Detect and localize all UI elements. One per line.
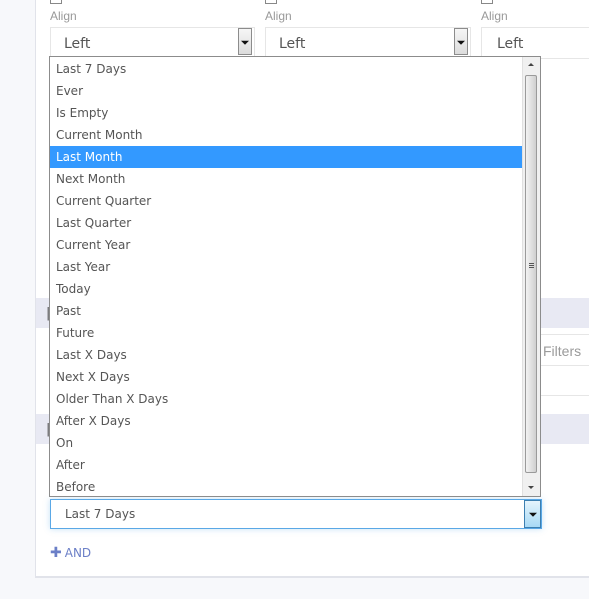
dropdown-option[interactable]: Last Month <box>50 146 524 168</box>
dropdown-option[interactable]: Last 7 Days <box>50 58 524 80</box>
dropdown-option[interactable]: Last Quarter <box>50 212 524 234</box>
dropdown-option[interactable]: Current Month <box>50 124 524 146</box>
dropdown-arrow-button[interactable] <box>454 28 468 55</box>
divider <box>540 365 589 366</box>
align-label-1: Align <box>50 9 77 23</box>
chevron-down-icon <box>241 40 249 45</box>
dropdown-arrow-button[interactable] <box>524 500 541 528</box>
filters-label: Filters <box>543 343 582 359</box>
dropdown-option[interactable]: Current Quarter <box>50 190 524 212</box>
dropdown-option[interactable]: Before <box>50 476 524 498</box>
dropdown-option[interactable]: Future <box>50 322 524 344</box>
align-select-value: Left <box>279 36 306 52</box>
column-checkbox-1[interactable] <box>50 0 62 4</box>
column-checkbox-3[interactable] <box>481 0 493 4</box>
divider <box>540 334 589 335</box>
dropdown-option[interactable]: Today <box>50 278 524 300</box>
dropdown-option[interactable]: Last X Days <box>50 344 524 366</box>
grip-line <box>529 265 534 266</box>
dropdown-options: Last 7 Days Ever Is Empty Current Month Last… <box>50 58 524 498</box>
align-label-3: Align <box>481 9 508 23</box>
plus-icon: ✚ <box>50 545 62 561</box>
dropdown-option[interactable]: Older Than X Days <box>50 388 524 410</box>
dropdown-option[interactable]: Last Year <box>50 256 524 278</box>
align-label-2: Align <box>265 9 292 23</box>
scrollbar-thumb[interactable] <box>525 75 537 473</box>
arrow-down-icon <box>528 486 534 489</box>
grip-line <box>529 267 534 268</box>
align-select-3[interactable]: Left <box>481 27 589 59</box>
grip-line <box>529 263 534 264</box>
dropdown-option[interactable]: On <box>50 432 524 454</box>
dropdown-option[interactable]: After <box>50 454 524 476</box>
chevron-down-icon <box>457 40 465 45</box>
align-select-1[interactable]: Left <box>50 27 255 59</box>
arrow-up-icon <box>528 63 534 66</box>
column-checkbox-2[interactable] <box>265 0 277 4</box>
and-label: AND <box>64 546 92 560</box>
add-and-condition-button[interactable]: ✚ AND <box>50 545 91 561</box>
dropdown-option[interactable]: Next Month <box>50 168 524 190</box>
dropdown-option[interactable]: Current Year <box>50 234 524 256</box>
scroll-up-button[interactable] <box>523 57 540 74</box>
align-select-value: Left <box>497 36 524 52</box>
dropdown-option[interactable]: Past <box>50 300 524 322</box>
align-select-2[interactable]: Left <box>265 27 471 59</box>
scrollbar[interactable] <box>522 57 540 496</box>
dropdown-option[interactable]: Is Empty <box>50 102 524 124</box>
dropdown-arrow-button[interactable] <box>238 28 252 55</box>
scroll-down-button[interactable] <box>523 479 540 496</box>
dropdown-option[interactable]: After X Days <box>50 410 524 432</box>
date-filter-select[interactable]: Last 7 Days <box>50 499 542 529</box>
divider <box>540 395 589 396</box>
date-filter-dropdown-list[interactable]: Last 7 Days Ever Is Empty Current Month Last… <box>49 56 541 497</box>
chevron-down-icon <box>528 512 537 517</box>
date-filter-value: Last 7 Days <box>65 507 136 521</box>
align-select-value: Left <box>64 36 91 52</box>
dropdown-option[interactable]: Ever <box>50 80 524 102</box>
dropdown-option[interactable]: Next X Days <box>50 366 524 388</box>
